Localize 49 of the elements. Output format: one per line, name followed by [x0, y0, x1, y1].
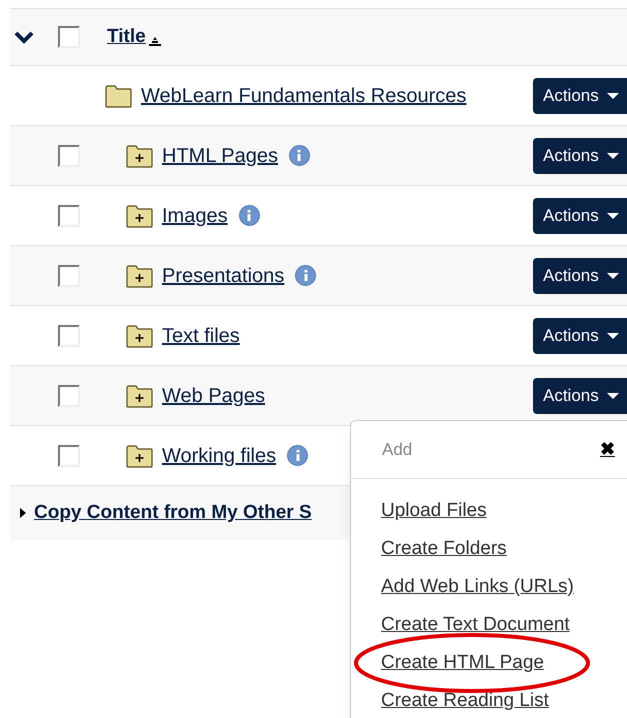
checkbox[interactable]: [58, 204, 80, 226]
folder-link[interactable]: Working files: [162, 440, 276, 470]
menu-item-link[interactable]: Create Reading List: [381, 688, 549, 714]
menu-item-link[interactable]: Create HTML Page: [381, 650, 544, 676]
checkbox[interactable]: [58, 144, 80, 166]
chevron-icon[interactable]: [14, 30, 34, 44]
checkbox[interactable]: [58, 444, 80, 466]
checkbox[interactable]: [58, 384, 80, 406]
caret-icon: [606, 212, 619, 218]
menu-item-link[interactable]: Upload Files: [381, 498, 487, 524]
info-icon[interactable]: [287, 445, 308, 466]
caret-icon: [606, 272, 619, 278]
folder-link[interactable]: Images: [162, 200, 228, 230]
triangle-icon[interactable]: [20, 508, 26, 518]
menu-item-link[interactable]: Create Text Document: [381, 612, 570, 638]
checkbox[interactable]: [58, 324, 80, 346]
caret-icon: [606, 392, 619, 398]
copy-content-link[interactable]: Copy Content from My Other S: [34, 498, 312, 528]
folder-plus-icon: [126, 384, 153, 408]
caret-icon: [606, 152, 619, 158]
info-icon[interactable]: [238, 205, 260, 226]
folder-link[interactable]: Presentations: [162, 260, 284, 290]
folder-icon: [105, 84, 132, 108]
folder-plus-icon: [126, 144, 153, 168]
caret-icon: [606, 92, 619, 98]
folder-plus-icon: [126, 324, 153, 348]
checkbox[interactable]: [58, 26, 80, 48]
actions-button[interactable]: Actions: [533, 318, 627, 354]
folder-plus-icon: [126, 444, 153, 468]
folder-plus-icon: [126, 264, 153, 288]
folder-link[interactable]: Web Pages: [162, 380, 266, 410]
folder-link[interactable]: WebLearn Fundamentals Resources: [141, 80, 466, 110]
close-button[interactable]: ✖: [600, 436, 615, 463]
menu-item-link[interactable]: Add Web Links (URLs): [381, 574, 574, 600]
folder-plus-icon: [126, 204, 153, 228]
menu-title: Add: [382, 438, 412, 461]
actions-button[interactable]: Actions: [533, 198, 627, 234]
info-icon[interactable]: [295, 265, 316, 286]
actions-button[interactable]: Actions: [533, 378, 627, 414]
info-icon[interactable]: [288, 145, 310, 166]
folder-link[interactable]: Text files: [162, 320, 240, 350]
actions-button[interactable]: Actions: [533, 138, 627, 174]
actions-button[interactable]: Actions: [533, 258, 627, 294]
actions-button[interactable]: Actions: [533, 78, 627, 114]
title-column-link[interactable]: Title: [107, 22, 161, 52]
checkbox[interactable]: [58, 264, 80, 286]
menu-item-link[interactable]: Create Folders: [381, 536, 507, 562]
folder-link[interactable]: HTML Pages: [162, 140, 278, 170]
caret-icon: [606, 332, 619, 338]
